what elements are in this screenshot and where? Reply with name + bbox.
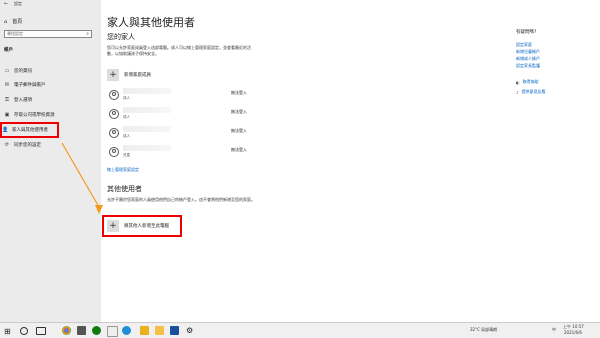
annotation-arrow xyxy=(61,142,103,214)
help-icon: ◐ xyxy=(516,79,520,85)
store-icon[interactable] xyxy=(107,326,118,337)
right-link[interactable]: 設定家庭 xyxy=(516,42,532,48)
feedback-link[interactable]: ♪ 提供意見反應 xyxy=(516,89,546,95)
app-icon[interactable] xyxy=(77,326,86,335)
settings-icon[interactable]: ⚙ xyxy=(186,326,195,335)
ime-indicator[interactable]: 中 xyxy=(552,327,556,333)
task-view-icon[interactable] xyxy=(36,327,46,335)
weather-text[interactable]: 32°C 局部晴朗 xyxy=(470,327,497,333)
search-icon[interactable] xyxy=(20,327,28,335)
taskbar: ⊞ ⚙ 32°C 局部晴朗 中 上午 10:57 2021/6/6 xyxy=(0,322,600,338)
windows-start-icon[interactable]: ⊞ xyxy=(4,327,13,336)
clock-date[interactable]: 2021/6/6 xyxy=(564,330,582,335)
edge-icon[interactable] xyxy=(122,326,131,335)
right-title: 有疑問嗎? xyxy=(516,30,537,35)
get-help-link[interactable]: ◐ 取得協助 xyxy=(516,79,539,85)
folder-icon[interactable] xyxy=(140,326,149,335)
sticky-notes-icon[interactable] xyxy=(155,326,164,335)
right-link[interactable]: 設定家長監護 xyxy=(516,63,540,69)
right-link[interactable]: 新增兒童帳戶 xyxy=(516,49,540,55)
feedback-icon: ♪ xyxy=(516,89,519,95)
right-link[interactable]: 新增成人帳戶 xyxy=(516,56,540,62)
word-icon[interactable] xyxy=(170,326,179,335)
chrome-icon[interactable] xyxy=(62,326,71,335)
xbox-icon[interactable] xyxy=(92,326,101,335)
